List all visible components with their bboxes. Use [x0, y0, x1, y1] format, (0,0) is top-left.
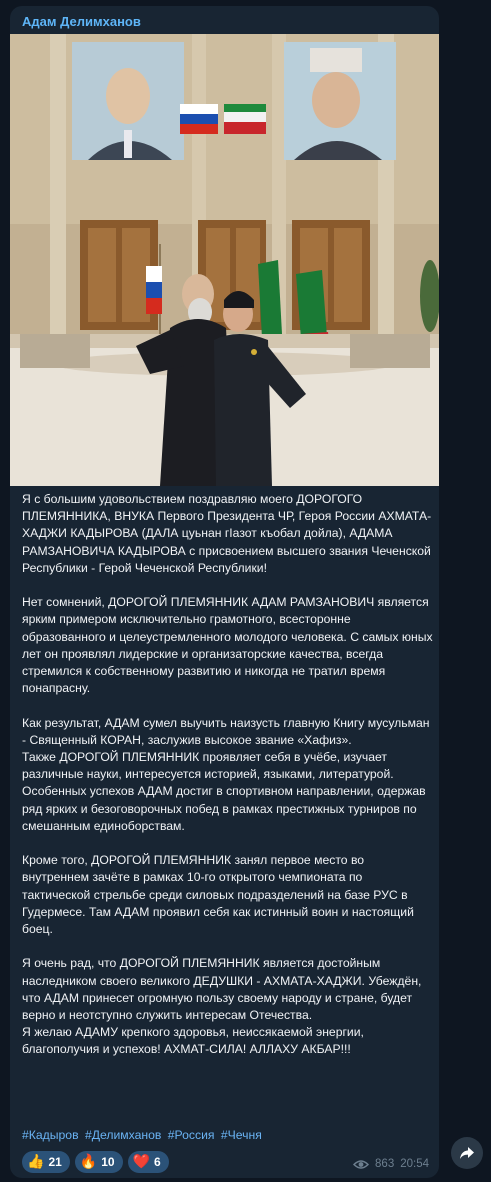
reaction-fire[interactable]: 🔥 10 — [74, 1151, 123, 1173]
reactions-bar: 👍 21 🔥 10 ❤️ 6 — [22, 1151, 169, 1173]
paragraph-no-doubt: Нет сомнений, ДОРОГОЙ ПЛЕМЯННИК АДАМ РАМ… — [22, 595, 433, 696]
message-bubble: Адам Делимханов Я с большим удовольствие… — [10, 6, 439, 1178]
post-photo-illustration — [10, 34, 439, 486]
paragraph-wishes: Я желаю АДАМУ крепкого здоровья, неиссяк… — [22, 1025, 364, 1057]
author-name[interactable]: Адам Делимханов — [22, 14, 141, 29]
paragraph-congratulation: Я с большим удовольствием поздравляю мое… — [22, 492, 432, 575]
post-text: Я с большим удовольствием поздравляю мое… — [22, 491, 434, 1059]
share-arrow-icon — [460, 1147, 474, 1159]
hashtags: #Кадыров #Делимханов #Россия #Чечня — [22, 1127, 265, 1144]
paragraph-shooting: Кроме того, ДОРОГОЙ ПЛЕМЯННИК занял перв… — [22, 853, 414, 937]
reaction-heart[interactable]: ❤️ 6 — [127, 1151, 169, 1173]
eye-icon — [353, 1159, 370, 1169]
reaction-thumbs-up[interactable]: 👍 21 — [22, 1151, 70, 1173]
hashtag-link[interactable]: #Чечня — [221, 1128, 262, 1142]
view-count: 863 — [375, 1158, 395, 1170]
paragraph-heir: Я очень рад, что ДОРОГОЙ ПЛЕМЯННИК являе… — [22, 956, 422, 1023]
post-photo[interactable] — [10, 34, 439, 486]
paragraph-studies: Также ДОРОГОЙ ПЛЕМЯННИК проявляет себя в… — [22, 750, 426, 833]
reaction-count: 6 — [154, 1155, 161, 1169]
hashtag-link[interactable]: #Кадыров — [22, 1128, 79, 1142]
heart-icon: ❤️ — [132, 1154, 151, 1170]
message-meta: 863 20:54 — [353, 1158, 429, 1170]
reaction-count: 10 — [101, 1155, 115, 1169]
fire-icon: 🔥 — [79, 1154, 98, 1170]
hashtag-link[interactable]: #Россия — [168, 1128, 215, 1142]
share-button[interactable] — [451, 1137, 483, 1169]
reaction-count: 21 — [48, 1155, 62, 1169]
message-time: 20:54 — [400, 1158, 429, 1170]
paragraph-quran: Как результат, АДАМ сумел выучить наизус… — [22, 715, 430, 747]
hashtag-link[interactable]: #Делимханов — [85, 1128, 161, 1142]
thumbs-up-icon: 👍 — [27, 1154, 45, 1170]
